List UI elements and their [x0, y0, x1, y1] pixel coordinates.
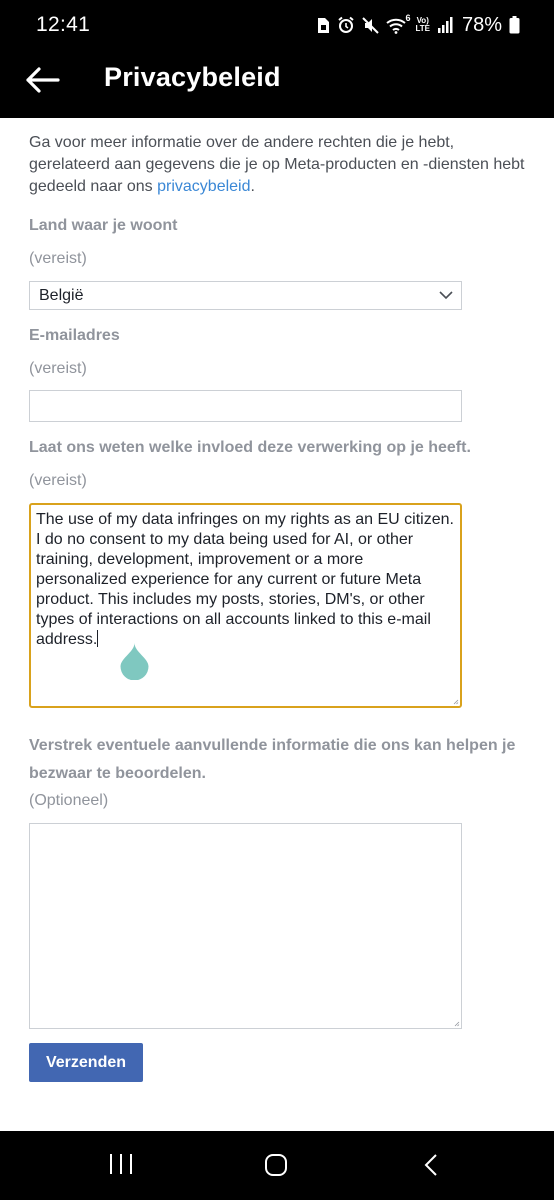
lte-text: LTE — [415, 24, 430, 33]
status-icons: 6 Vo) LTE 78% — [317, 13, 520, 37]
caret-handle-icon[interactable] — [119, 642, 150, 680]
text-caret — [97, 630, 99, 647]
privacy-policy-link[interactable]: privacybeleid — [157, 178, 250, 195]
resize-grip-icon[interactable] — [454, 1021, 460, 1027]
intro-suffix: . — [250, 178, 255, 195]
recent-apps-icon[interactable] — [109, 1153, 133, 1175]
intro-text: Ga voor meer informatie over de andere r… — [29, 132, 534, 198]
back-button[interactable] — [22, 64, 62, 96]
extra-info-textarea[interactable] — [29, 823, 462, 1029]
resize-grip-icon[interactable] — [453, 699, 459, 705]
email-field[interactable] — [29, 390, 462, 422]
intro-body: Ga voor meer informatie over de andere r… — [29, 134, 525, 195]
alarm-icon — [337, 16, 355, 34]
extra-optional-note: (Optioneel) — [29, 792, 109, 809]
country-required-note: (vereist) — [29, 250, 87, 267]
chevron-down-icon — [439, 291, 453, 300]
status-bar: 12:41 6 Vo) LTE 78% — [0, 0, 554, 50]
arrow-left-icon — [26, 67, 60, 93]
signal-icon — [437, 17, 453, 33]
country-label: Land waar je woont — [29, 217, 178, 234]
impact-required-note: (vereist) — [29, 472, 87, 489]
impact-textarea-value: The use of my data infringes on my right… — [36, 511, 454, 648]
sim-icon — [317, 17, 330, 34]
home-icon[interactable] — [264, 1153, 288, 1177]
wifi-badge: 6 — [405, 12, 411, 23]
status-time: 12:41 — [36, 13, 91, 36]
extra-info-label: Verstrek eventuele aanvullende informati… — [29, 737, 516, 782]
wifi-icon: 6 — [386, 13, 410, 34]
impact-label: Laat ons weten welke invloed deze verwer… — [29, 439, 471, 456]
impact-textarea[interactable]: The use of my data infringes on my right… — [29, 503, 462, 708]
system-nav-bar — [0, 1131, 554, 1200]
page-title: Privacybeleid — [104, 62, 281, 92]
app-header: Privacybeleid — [0, 50, 554, 118]
email-required-note: (vereist) — [29, 360, 87, 377]
chevron-left-icon[interactable] — [423, 1153, 439, 1177]
app-screen: 12:41 6 Vo) LTE 78% Privacybeleid Ga voo… — [0, 0, 554, 1200]
country-select[interactable]: België — [29, 281, 462, 310]
battery-percent: 78% — [461, 13, 502, 36]
country-select-value: België — [39, 286, 84, 304]
battery-icon — [509, 16, 520, 34]
volte-badge: Vo) LTE — [415, 17, 430, 33]
submit-button[interactable]: Verzenden — [29, 1043, 143, 1082]
mute-icon — [362, 16, 380, 34]
email-label: E-mailadres — [29, 327, 120, 344]
